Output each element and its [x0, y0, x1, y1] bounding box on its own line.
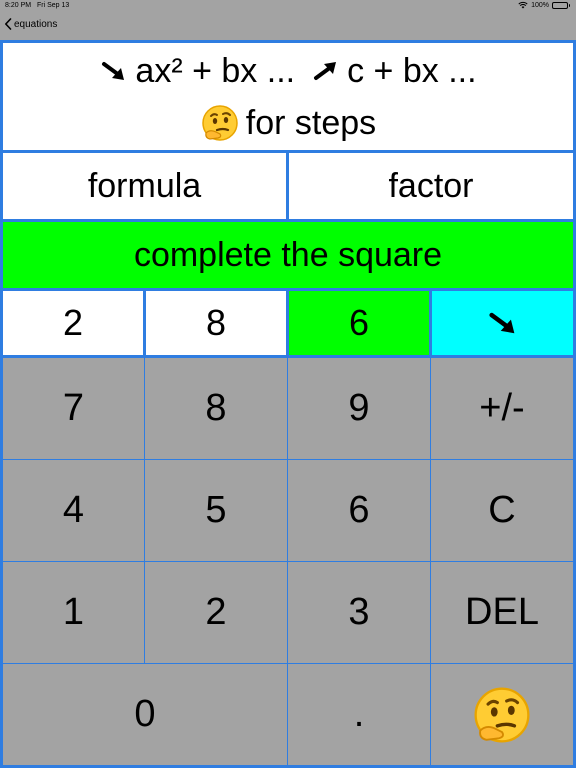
battery-percent: 100% [531, 1, 549, 9]
wifi-icon [518, 1, 528, 9]
key-3[interactable]: 3 [288, 562, 430, 663]
key-8[interactable]: 8 [145, 358, 287, 459]
coefficient-a-field[interactable]: 2 [3, 291, 143, 355]
coefficient-c-field[interactable]: 6 [289, 291, 429, 355]
battery-icon [552, 1, 570, 9]
delete-button[interactable]: DEL [431, 562, 573, 663]
navigation-bar: equations [0, 12, 576, 40]
decimal-point-key[interactable]: . [288, 664, 430, 765]
coefficient-a-value: 2 [62, 302, 84, 343]
coefficient-b-value: 8 [205, 302, 227, 343]
status-right: 100% [518, 1, 570, 9]
clear-button[interactable]: C [431, 460, 573, 561]
arrow-down-right-icon [488, 312, 514, 334]
key-6[interactable]: 6 [288, 460, 430, 561]
complete-square-method-label: complete the square [133, 235, 443, 274]
key-4[interactable]: 4 [3, 460, 144, 561]
factor-method-button[interactable]: factor [289, 153, 573, 219]
key-5[interactable]: 5 [145, 460, 287, 561]
key-1[interactable]: 1 [3, 562, 144, 663]
factor-method-label: factor [388, 166, 474, 205]
back-button-label: equations [14, 18, 58, 30]
thinking-face-icon [202, 104, 238, 141]
arrow-up-right-icon [314, 61, 337, 80]
status-time: 8:20 PM [5, 2, 32, 9]
chevron-left-icon [5, 18, 12, 30]
arrow-down-right-icon [102, 61, 125, 80]
key-7[interactable]: 7 [3, 358, 144, 459]
back-button[interactable]: equations [4, 18, 57, 30]
equation-info-panel: ax² + bx ... c + bx ... for steps [3, 43, 573, 150]
key-9[interactable]: 9 [288, 358, 430, 459]
sign-toggle-button[interactable]: +/- [431, 358, 573, 459]
reverse-form-text: c + bx ... [347, 51, 477, 90]
steps-hint-text: for steps [245, 103, 377, 142]
complete-square-method-button[interactable]: complete the square [3, 222, 573, 288]
thinking-face-icon [474, 686, 530, 743]
status-date: Fri Sep 13 [37, 2, 70, 9]
formula-method-label: formula [87, 166, 202, 205]
status-bar: 8:20 PM Fri Sep 13 100% [0, 0, 576, 12]
keypad: 7 8 9 +/- 4 5 6 C 1 2 3 DEL 0 . [3, 358, 573, 765]
show-steps-button[interactable] [431, 664, 573, 765]
coefficient-b-field[interactable]: 8 [146, 291, 286, 355]
formula-method-button[interactable]: formula [3, 153, 286, 219]
standard-form-text: ax² + bx ... [135, 51, 296, 90]
key-0[interactable]: 0 [3, 664, 287, 765]
steps-hint-line: for steps [200, 97, 376, 149]
coefficient-c-value: 6 [348, 302, 370, 343]
equation-forms-line: ax² + bx ... c + bx ... [99, 45, 477, 97]
order-direction-button[interactable] [432, 291, 573, 355]
key-2[interactable]: 2 [145, 562, 287, 663]
